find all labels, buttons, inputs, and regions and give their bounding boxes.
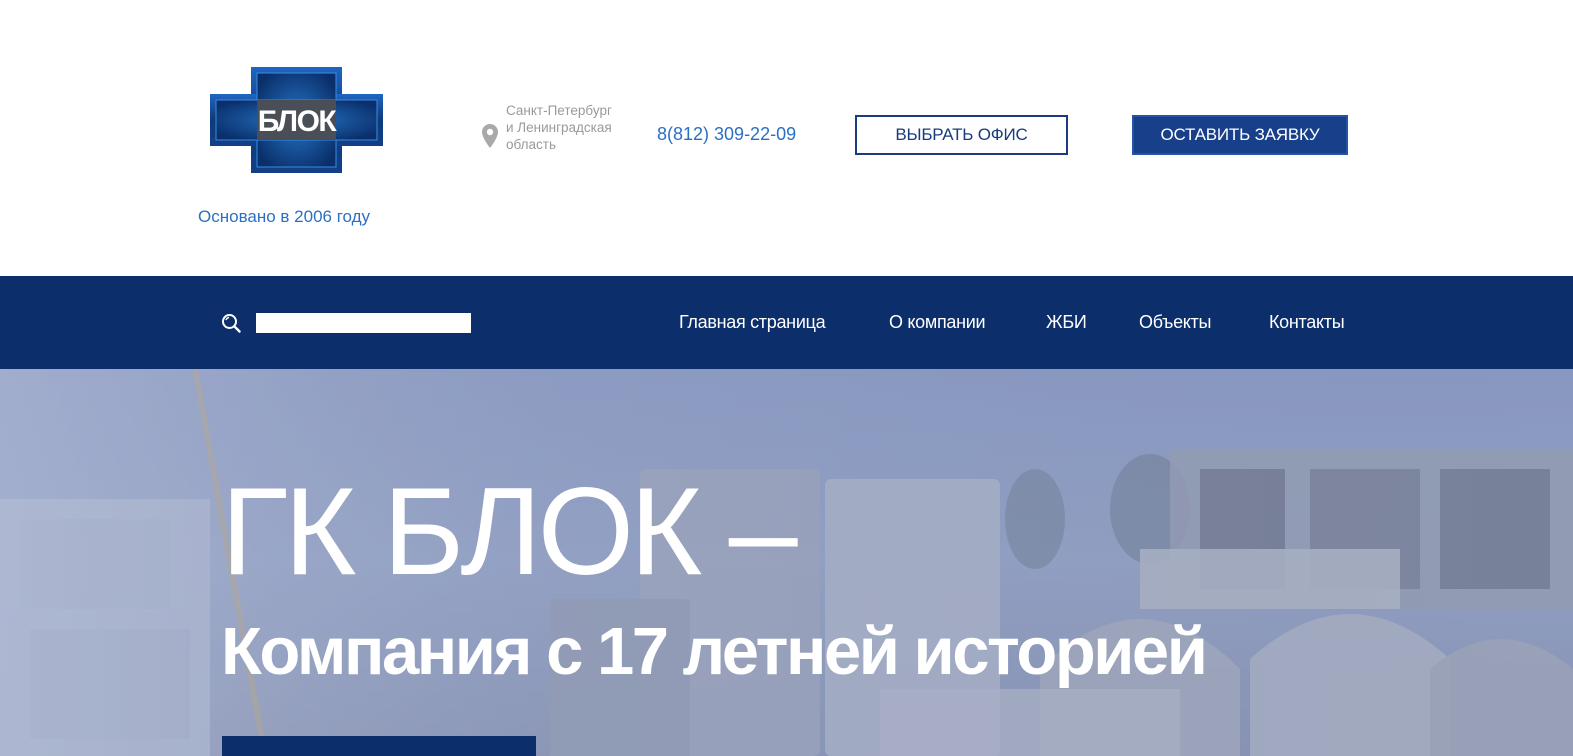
- hero-banner: ГК БЛОК – Компания с 17 летней историей: [0, 369, 1573, 756]
- search-icon[interactable]: [221, 313, 241, 333]
- search-input[interactable]: [256, 313, 471, 333]
- nav-item-home[interactable]: Главная страница: [679, 312, 826, 333]
- hero-subtitle: Компания с 17 летней историей: [221, 614, 1208, 689]
- hero-title: ГК БЛОК –: [221, 463, 798, 601]
- nav-item-about[interactable]: О компании: [889, 312, 986, 333]
- map-pin-icon: [482, 124, 498, 148]
- site-header: БЛОК Основано в 2006 году Санкт-Петербур…: [0, 0, 1573, 276]
- company-logo[interactable]: БЛОК: [210, 67, 383, 173]
- hero-cta-button[interactable]: [222, 736, 536, 756]
- location-block: Санкт-Петербург и Ленинградская область: [482, 102, 612, 172]
- founded-year-label: Основано в 2006 году: [198, 207, 371, 226]
- main-navigation: Главная страница О компании ЖБИ Объекты …: [0, 276, 1573, 369]
- phone-link[interactable]: 8(812) 309-22-09: [657, 124, 796, 145]
- nav-item-zhbi[interactable]: ЖБИ: [1046, 312, 1087, 333]
- logo-lettering: БЛОК: [258, 105, 338, 138]
- leave-request-button[interactable]: ОСТАВИТЬ ЗАЯВКУ: [1132, 115, 1348, 155]
- nav-item-objects[interactable]: Объекты: [1139, 312, 1211, 333]
- nav-item-contacts[interactable]: Контакты: [1269, 312, 1345, 333]
- choose-office-button[interactable]: ВЫБРАТЬ ОФИС: [855, 115, 1068, 155]
- location-text: Санкт-Петербург и Ленинградская область: [506, 103, 612, 152]
